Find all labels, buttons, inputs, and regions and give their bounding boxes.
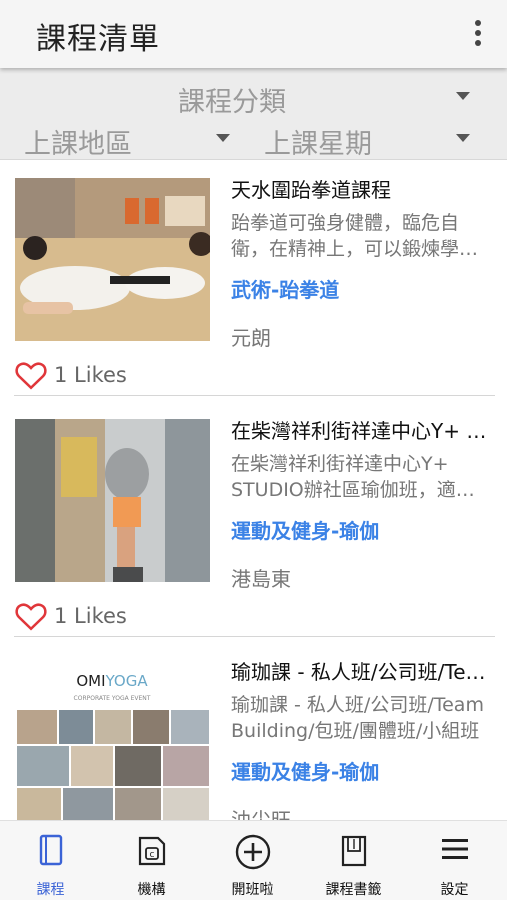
- divider: [14, 636, 495, 637]
- course-description: 瑜珈課 - 私人班/公司班/Team Building/包班/團體班/小組班: [231, 694, 484, 742]
- book-icon: [39, 834, 62, 866]
- course-description: 在柴灣祥利街祥達中心Y+ STUDIO辦社區瑜伽班，適合初學者參加: [231, 453, 475, 501]
- nav-organizations[interactable]: c 機構: [101, 821, 202, 900]
- heart-icon[interactable]: [14, 600, 48, 632]
- course-area: 港島東: [231, 567, 291, 591]
- nav-open-class[interactable]: 開班啦: [202, 821, 303, 900]
- add-circle-icon: [235, 834, 270, 870]
- course-title[interactable]: 天水圍跆拳道課程: [231, 174, 493, 203]
- course-title[interactable]: 瑜珈課 - 私人班/公司班/Team Building: [231, 656, 493, 685]
- svg-text:c: c: [149, 850, 154, 860]
- course-thumbnail[interactable]: OMIYOGA CORPORATE YOGA EVENT: [15, 660, 210, 820]
- area-filter-label: 上課地區: [24, 129, 132, 160]
- course-category[interactable]: 運動及健身-瑜伽: [231, 515, 379, 544]
- weekday-filter-label: 上課星期: [264, 129, 372, 160]
- filter-bar: 課程分類 上課地區 上課星期: [0, 68, 507, 160]
- nav-courses-label: 課程: [36, 882, 65, 898]
- area-filter[interactable]: 上課地區: [24, 122, 132, 161]
- course-area: 油尖旺: [231, 808, 291, 820]
- nav-bookmarks[interactable]: 課程書籤: [303, 821, 404, 900]
- course-thumbnail[interactable]: [15, 419, 210, 582]
- app-bar: 課程清單: [0, 0, 507, 68]
- likes-count: 1 Likes: [54, 604, 127, 628]
- weekday-filter[interactable]: 上課星期: [264, 122, 372, 161]
- menu-icon: [441, 839, 468, 859]
- category-dropdown-icon[interactable]: [456, 92, 470, 100]
- course-card[interactable]: 在柴灣祥利街祥達中心Y+ STUDIO瑜伽班 在柴灣祥利街祥達中心Y+ STUD…: [0, 401, 507, 642]
- likes[interactable]: 1 Likes: [14, 599, 127, 633]
- weekday-dropdown-icon[interactable]: [456, 134, 470, 142]
- course-category[interactable]: 武術-跆拳道: [231, 274, 339, 303]
- course-thumbnail[interactable]: [15, 178, 210, 341]
- more-vert-icon[interactable]: [466, 18, 490, 50]
- nav-open-class-label: 開班啦: [231, 882, 274, 898]
- course-card[interactable]: 天水圍跆拳道課程 跆拳道可強身健體，臨危自衛，在精神上，可以鍛煉學生的意志 武術…: [0, 160, 507, 401]
- course-area: 元朗: [231, 326, 271, 350]
- nav-settings[interactable]: 設定: [404, 821, 505, 900]
- area-dropdown-icon[interactable]: [216, 134, 230, 142]
- nav-settings-label: 設定: [440, 882, 469, 898]
- category-filter[interactable]: 課程分類: [178, 80, 286, 119]
- logo-tagline: CORPORATE YOGA EVENT: [74, 695, 151, 702]
- page-title: 課程清單: [36, 22, 160, 57]
- logo-text: OMIYOGA: [76, 672, 148, 690]
- nav-organizations-label: 機構: [137, 882, 166, 898]
- nav-bookmarks-label: 課程書籤: [325, 882, 382, 898]
- nav-courses[interactable]: 課程: [0, 821, 101, 900]
- bottom-navigation: 課程 c 機構 開班啦 課程書籤 設定: [0, 820, 507, 900]
- organization-icon: c: [138, 836, 165, 866]
- category-filter-label: 課程分類: [178, 87, 286, 118]
- likes-count: 1 Likes: [54, 363, 127, 387]
- course-description: 跆拳道可強身健體，臨危自衛，在精神上，可以鍛煉學生的意志: [231, 212, 479, 260]
- bookmark-icon: [341, 835, 366, 867]
- likes[interactable]: 1 Likes: [14, 358, 127, 392]
- course-card[interactable]: OMIYOGA CORPORATE YOGA EVENT 瑜珈課 - 私人班/公…: [0, 642, 507, 820]
- divider: [14, 395, 495, 396]
- heart-icon[interactable]: [14, 359, 48, 391]
- course-category[interactable]: 運動及健身-瑜伽: [231, 756, 379, 785]
- course-title[interactable]: 在柴灣祥利街祥達中心Y+ STUDIO瑜伽班: [231, 415, 493, 444]
- course-list: 天水圍跆拳道課程 跆拳道可強身健體，臨危自衛，在精神上，可以鍛煉學生的意志 武術…: [0, 160, 507, 820]
